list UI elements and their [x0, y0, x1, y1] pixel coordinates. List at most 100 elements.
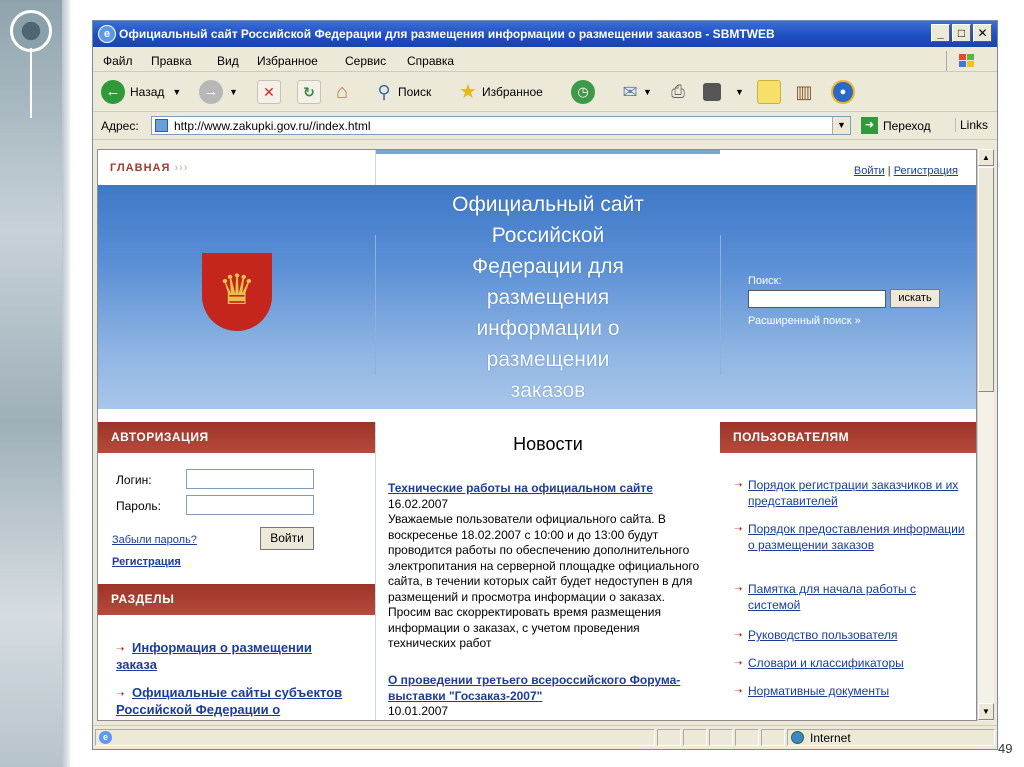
edit-button[interactable]: ▼	[703, 79, 744, 105]
security-zone-cell: Internet	[787, 729, 995, 746]
maximize-button[interactable]: □	[952, 24, 971, 42]
news-item: Технические работы на официальном сайте …	[388, 481, 710, 652]
ie-logo-icon: e	[98, 25, 116, 43]
users-link[interactable]: ➝ Нормативные документы	[734, 684, 966, 700]
status-cell	[683, 729, 707, 746]
discuss-button[interactable]	[757, 79, 781, 105]
password-field[interactable]	[186, 495, 314, 515]
login-link[interactable]: Войти	[854, 165, 885, 177]
section-link-label: Информация о размещении заказа	[116, 640, 312, 672]
back-button[interactable]: ← Назад ▼	[101, 79, 181, 105]
menu-help[interactable]: Справка	[407, 54, 454, 68]
users-heading: ПОЛЬЗОВАТЕЛЯМ	[720, 422, 976, 453]
users-link[interactable]: ➝ Порядок предоставления информации о раз…	[734, 522, 966, 553]
search-button[interactable]: ⚲ Поиск	[373, 79, 431, 105]
login-label: Логин:	[116, 473, 152, 487]
hero-divider	[720, 235, 721, 375]
menu-view[interactable]: Вид	[217, 54, 239, 68]
hero-title-line: информации о	[476, 317, 620, 340]
news-item-title[interactable]: Технические работы на официальном сайте	[388, 481, 710, 497]
site-search-button[interactable]: искать	[890, 289, 940, 308]
scroll-down-arrow-icon[interactable]: ▼	[978, 703, 994, 720]
users-link[interactable]: ➝ Словари и классификаторы	[734, 656, 966, 672]
research-icon: ▥	[795, 82, 813, 102]
search-label: Поиск	[398, 85, 432, 99]
status-cell	[735, 729, 759, 746]
login-field[interactable]	[186, 469, 314, 489]
minimize-button[interactable]: _	[931, 24, 950, 42]
research-button[interactable]: ▥	[793, 79, 815, 105]
auth-heading: АВТОРИЗАЦИЯ	[98, 422, 376, 453]
chevron-down-icon: ▼	[735, 87, 744, 97]
site-top-bar: ГЛАВНАЯ ››› Войти | Регистрация	[98, 150, 976, 186]
site-search-input[interactable]	[748, 290, 886, 308]
chevron-down-icon[interactable]: ▼	[832, 117, 850, 134]
go-button[interactable]: ➜ Переход	[861, 116, 931, 135]
scroll-thumb[interactable]	[978, 167, 994, 392]
menu-favorites[interactable]: Избранное	[257, 54, 318, 68]
users-link-label: Порядок регистрации заказчиков и их пред…	[748, 478, 959, 508]
close-button[interactable]: ✕	[973, 24, 992, 42]
users-link-label: Словари и классификаторы	[748, 656, 904, 670]
vertical-scrollbar[interactable]: ▲ ▼	[977, 149, 994, 721]
eagle-icon: ♛	[218, 266, 256, 313]
back-arrow-icon: ←	[101, 80, 125, 104]
sections-heading: РАЗДЕЛЫ	[98, 584, 376, 615]
news-item-title[interactable]: О проведении третьего всероссийского Фор…	[388, 673, 710, 704]
section-link[interactable]: ➝ Информация о размещении заказа	[116, 640, 356, 672]
toolbar: ← Назад ▼ → ▼ ✕ ↻ ⌂ ⚲ Поиск ★ Избранное …	[93, 73, 997, 112]
scroll-up-arrow-icon[interactable]: ▲	[978, 149, 994, 166]
mail-button[interactable]: ✉ ▼	[619, 79, 651, 105]
users-link[interactable]: ➝ Руководство пользователя	[734, 628, 966, 644]
nav-main[interactable]: ГЛАВНАЯ ›››	[110, 162, 188, 174]
messenger-icon: ●	[831, 80, 855, 104]
search-label: Поиск:	[748, 275, 782, 287]
address-input[interactable]: http://www.zakupki.gov.ru//index.html ▼	[151, 116, 851, 135]
mail-icon: ✉	[622, 82, 638, 102]
menu-file[interactable]: Файл	[103, 54, 133, 68]
links-toolbar[interactable]: Links	[955, 118, 988, 132]
hero-title-line: размещении	[486, 348, 610, 371]
messenger-button[interactable]: ●	[831, 79, 855, 105]
go-arrow-icon: ➜	[861, 117, 878, 134]
advanced-search-link[interactable]: Расширенный поиск »	[748, 315, 861, 327]
ie-page-icon: e	[99, 731, 112, 744]
users-link[interactable]: ➝ Памятка для начала работы с системой	[734, 582, 966, 613]
auth-panel: Логин: Пароль: Забыли пароль? Войти Реги…	[98, 453, 376, 583]
arrow-bullet-icon: ➝	[734, 630, 743, 641]
users-link-label: Руководство пользователя	[748, 628, 898, 642]
register-link[interactable]: Регистрация	[894, 165, 958, 177]
top-accent	[376, 150, 720, 154]
status-text-cell: e	[95, 729, 655, 746]
auth-register-link[interactable]: Регистрация	[112, 556, 181, 568]
nav-main-label: ГЛАВНАЯ	[110, 162, 171, 174]
address-label: Адрес:	[101, 119, 139, 133]
stop-button[interactable]: ✕	[257, 79, 281, 105]
windows-logo-icon	[946, 51, 987, 71]
refresh-button[interactable]: ↻	[297, 79, 321, 105]
home-button[interactable]: ⌂	[331, 79, 353, 105]
forward-button[interactable]: → ▼	[199, 79, 238, 105]
menu-tools[interactable]: Сервис	[345, 54, 386, 68]
hero-title-line: Федерации для	[472, 255, 624, 278]
password-label: Пароль:	[116, 499, 161, 513]
users-link[interactable]: ➝ Порядок регистрации заказчиков и их пре…	[734, 478, 966, 509]
section-link[interactable]: ➝ Официальные сайты субъектов Российской…	[116, 685, 366, 717]
nav-chevrons: ›››	[174, 162, 189, 174]
print-button[interactable]: ⎙	[667, 79, 689, 105]
favorites-button[interactable]: ★ Избранное	[457, 79, 543, 105]
news-heading: Новости	[513, 434, 583, 454]
sections-panel: ➝ Информация о размещении заказа ➝ Офици…	[98, 615, 376, 720]
hero-title-line: заказов	[510, 379, 586, 402]
column-divider	[375, 150, 376, 185]
arrow-bullet-icon: ➝	[116, 644, 125, 655]
printer-icon: ⎙	[671, 82, 685, 101]
history-button[interactable]: ◷	[571, 79, 595, 105]
chevron-down-icon: ▼	[172, 87, 182, 97]
back-label: Назад	[130, 85, 165, 99]
page-icon	[155, 119, 168, 132]
login-submit-button[interactable]: Войти	[260, 527, 314, 550]
menu-edit[interactable]: Правка	[151, 54, 192, 68]
forgot-password-link[interactable]: Забыли пароль?	[112, 534, 197, 546]
users-link-label: Нормативные документы	[748, 684, 890, 698]
